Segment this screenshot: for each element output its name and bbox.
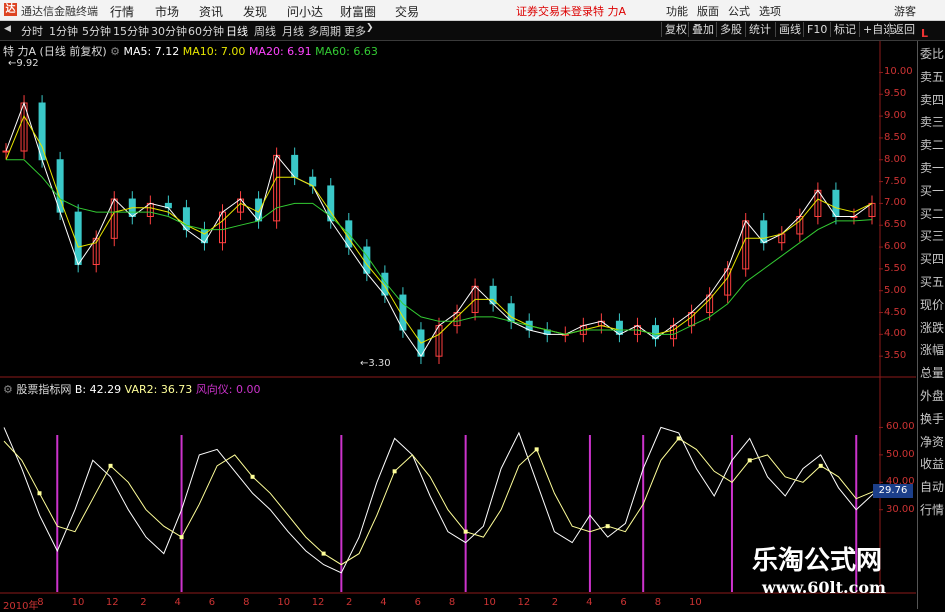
y-tick-label: 6.00 bbox=[884, 241, 907, 253]
y-tick-label: 9.00 bbox=[884, 110, 907, 122]
x-tick-label: 12 bbox=[311, 597, 325, 608]
x-tick-label: 4 bbox=[380, 597, 387, 608]
y-tick-label: 4.00 bbox=[884, 328, 907, 340]
x-tick-label: 2 bbox=[140, 597, 147, 608]
indicator-point bbox=[250, 474, 255, 479]
x-tick-label: 6 bbox=[208, 597, 216, 608]
kline-chart-area[interactable] bbox=[0, 0, 945, 609]
indicator-y-tick-label: 30.00 bbox=[886, 503, 915, 515]
x-tick-label: 2010年 bbox=[3, 601, 39, 612]
candle-body bbox=[363, 246, 371, 274]
x-tick-label: 8 bbox=[243, 597, 250, 608]
indicator-point bbox=[463, 529, 468, 534]
high-price-label: 9.92 bbox=[16, 58, 39, 69]
x-tick-label: 2 bbox=[346, 597, 353, 608]
low-price-label: 3.30 bbox=[368, 358, 391, 369]
indicator-point bbox=[321, 551, 326, 556]
indicator-point bbox=[534, 447, 539, 452]
y-tick-label: 10.00 bbox=[884, 66, 913, 78]
indicator-point bbox=[37, 491, 42, 496]
y-tick-label: 5.00 bbox=[884, 284, 907, 296]
y-tick-label: 9.50 bbox=[884, 88, 907, 100]
x-tick-label: 2 bbox=[551, 597, 559, 608]
x-tick-label: 10 bbox=[277, 597, 291, 608]
x-tick-label: 10 bbox=[483, 597, 496, 608]
x-tick-label: 8 bbox=[654, 597, 662, 608]
indicator-point bbox=[676, 436, 681, 441]
indicator-point bbox=[108, 463, 113, 468]
indicator-point bbox=[605, 524, 610, 529]
watermark-url: www.60lt.com bbox=[762, 578, 886, 597]
current-indicator-value: 29.76 bbox=[873, 484, 913, 498]
indicator-point bbox=[818, 463, 823, 468]
watermark-title: 乐淘公式网 bbox=[752, 546, 883, 576]
y-tick-label: 7.50 bbox=[884, 175, 907, 187]
candle-body bbox=[832, 189, 840, 217]
indicator-point bbox=[179, 535, 184, 540]
x-tick-label: 12 bbox=[517, 597, 531, 608]
x-tick-label: 4 bbox=[174, 597, 181, 608]
candle-body bbox=[2, 150, 10, 153]
y-tick-label: 4.50 bbox=[884, 306, 907, 318]
x-tick-label: 8 bbox=[448, 597, 456, 608]
high-price-marker: ←9.92 bbox=[8, 58, 39, 69]
y-tick-label: 3.50 bbox=[884, 350, 907, 362]
x-tick-label: 10 bbox=[71, 597, 85, 608]
y-tick-label: 8.00 bbox=[884, 153, 907, 165]
x-tick-label: 6 bbox=[414, 597, 421, 608]
y-tick-label: 6.50 bbox=[884, 219, 907, 231]
x-tick-label: 6 bbox=[620, 597, 627, 608]
y-tick-label: 7.00 bbox=[884, 197, 907, 209]
low-price-marker: ←3.30 bbox=[360, 358, 391, 369]
y-tick-label: 8.50 bbox=[884, 131, 907, 143]
indicator-point bbox=[392, 469, 397, 474]
candle-body bbox=[74, 211, 82, 266]
indicator-line-b bbox=[3, 426, 875, 574]
indicator-line-var2 bbox=[3, 437, 875, 566]
x-tick-label: 4 bbox=[586, 597, 593, 608]
x-tick-label: 12 bbox=[105, 597, 119, 608]
x-tick-label: 10 bbox=[689, 597, 702, 608]
indicator-y-tick-label: 60.00 bbox=[886, 421, 915, 433]
indicator-point bbox=[747, 458, 752, 463]
indicator-y-tick-label: 50.00 bbox=[886, 448, 915, 460]
x-tick-label: 8 bbox=[37, 597, 44, 608]
y-tick-label: 5.50 bbox=[884, 262, 907, 274]
